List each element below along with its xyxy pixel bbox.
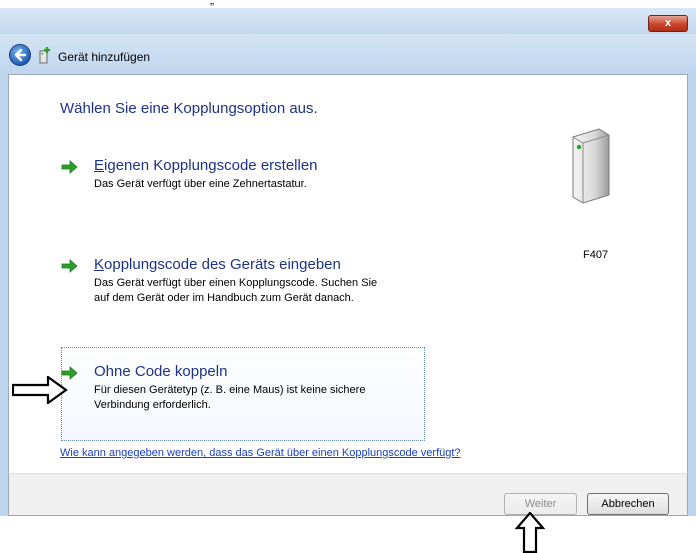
cancel-button[interactable]: Abbrechen [587,493,669,515]
navigation-bar: Gerät hinzufügen [0,34,696,74]
option-enter-code-accesskey: K [94,256,105,273]
title-bar: x [0,8,696,34]
option-enter-code-title-rest: opplungscode des Geräts eingeben [104,256,341,273]
close-button[interactable]: x [648,15,688,32]
help-link[interactable]: Wie kann angegeben werden, dass das Gerä… [60,447,461,459]
next-button-label: Weiter [524,498,557,510]
pointer-arrow-up-icon [515,512,545,553]
option-no-code[interactable]: Ohne Code koppeln Für diesen Gerätetyp (… [61,363,391,423]
option-create-code-desc: Das Gerät verfügt über eine Zehnertastat… [94,178,307,190]
computer-device-icon [572,128,610,204]
back-arrow-icon [14,48,27,62]
option-create-code-title-rest: igenen Kopplungscode erstellen [104,157,318,174]
option-create-code-accesskey: E [94,157,105,174]
option-enter-code[interactable]: Kopplungscode des Geräts eingeben Das Ge… [61,256,391,332]
option-enter-code-desc: Das Gerät verfügt über einen Kopplungsco… [94,277,378,304]
option-no-code-desc: Für diesen Gerätetyp (z. B. eine Maus) i… [94,384,366,411]
green-arrow-icon [61,259,78,273]
option-create-code-title: Eigenen Kopplungscode erstellen [94,157,318,174]
close-icon: x [664,17,672,29]
option-no-code-title: Ohne Code koppeln [94,363,228,380]
wizard-window: x Gerät hinzufügen Wählen Sie eine Koppl… [0,8,696,516]
device-name: F407 [583,249,609,261]
cancel-button-label: Abbrechen [601,498,655,510]
outer-caption-text: „ [210,0,214,7]
page-heading: Wählen Sie eine Kopplungsoption aus. [60,100,318,117]
option-create-code[interactable]: Eigenen Kopplungscode erstellen Das Gerä… [61,157,391,197]
content-area: Wählen Sie eine Kopplungsoption aus. Eig… [8,74,688,473]
wizard-title: Gerät hinzufügen [58,50,151,64]
option-enter-code-title: Kopplungscode des Geräts eingeben [94,256,341,273]
device-add-icon [39,47,50,64]
back-button[interactable] [9,44,31,66]
pointer-arrow-right-icon [12,376,68,404]
footer-bar: Weiter Abbrechen [8,473,688,516]
green-arrow-icon [61,160,78,174]
